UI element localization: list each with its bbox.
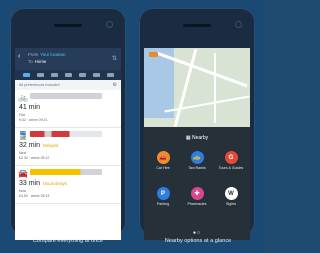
route-card[interactable]: 🚆 32 min Delayed Next £2.30 · arrive 09:12 bbox=[15, 128, 121, 166]
speaker bbox=[54, 24, 82, 27]
map-road bbox=[164, 95, 250, 113]
route-duration: 33 min Usual delays bbox=[19, 180, 67, 187]
nearby-label: Pharmacies bbox=[187, 202, 207, 206]
back-arrow-icon[interactable]: ‹ bbox=[18, 53, 20, 60]
nearby-item-car-hire[interactable]: 🚗 Car Hire bbox=[149, 151, 177, 170]
page-indicator[interactable]: ●○ bbox=[144, 230, 250, 236]
map-road bbox=[214, 53, 216, 123]
route-meta: Now £4.50 · arrive 09:13 bbox=[19, 189, 50, 198]
preferences-row[interactable]: All preferences included ⚙ bbox=[15, 80, 121, 90]
bike-icon: 🚲 bbox=[18, 93, 28, 102]
route-bar bbox=[30, 131, 102, 137]
guides-icon: G bbox=[224, 151, 238, 164]
mode-all-icon[interactable] bbox=[22, 73, 30, 77]
route-card[interactable]: 🚲 41 min Flat 9:42 · arrive 09:21 bbox=[15, 90, 121, 128]
route-bar bbox=[30, 93, 102, 99]
pharmacy-icon: ✚ bbox=[190, 187, 204, 200]
nearby-screen: ▦ Nearby 🚗 Car Hire 🚕 Taxi Ranks G Tours… bbox=[144, 48, 250, 240]
taxi-icon: 🚕 bbox=[190, 151, 204, 164]
nearby-label: Taxi Ranks bbox=[188, 166, 206, 170]
caption-right: Nearby options at a glance bbox=[164, 238, 232, 244]
swap-icon[interactable]: ⇅ bbox=[112, 55, 117, 62]
speaker bbox=[183, 24, 211, 27]
mode-walk-icon[interactable] bbox=[36, 73, 44, 77]
nearby-item-pharmacies[interactable]: ✚ Pharmacies bbox=[183, 187, 211, 206]
nearby-item-taxi-ranks[interactable]: 🚕 Taxi Ranks bbox=[183, 151, 211, 170]
parking-icon: P bbox=[156, 187, 170, 200]
route-meta: Next £2.30 · arrive 09:12 bbox=[19, 151, 50, 160]
nearby-title: ▦ Nearby bbox=[185, 135, 209, 141]
camera bbox=[235, 21, 242, 28]
route-duration: 32 min Delayed bbox=[19, 142, 59, 149]
to-label: To bbox=[28, 59, 33, 64]
nearby-label: Tours & Guides bbox=[218, 166, 244, 170]
preferences-label: All preferences included bbox=[19, 83, 60, 87]
transport-modes-bar bbox=[15, 70, 121, 80]
phone-left: ‹ From Your location To Home ⇅ All prefere… bbox=[10, 8, 126, 240]
car-hire-icon: 🚗 bbox=[156, 151, 170, 164]
from-row[interactable]: From Your location bbox=[28, 52, 65, 57]
nearby-sheet: ▦ Nearby 🚗 Car Hire 🚕 Taxi Ranks G Tours… bbox=[144, 127, 250, 240]
camera bbox=[106, 21, 113, 28]
train-icon: 🚆 bbox=[18, 131, 28, 140]
route-meta: Flat 9:42 · arrive 09:21 bbox=[19, 113, 48, 122]
to-row[interactable]: To Home bbox=[28, 59, 46, 64]
to-value: Home bbox=[34, 59, 47, 64]
car-icon: 🚘 bbox=[18, 169, 28, 178]
mode-flight-icon[interactable] bbox=[106, 73, 114, 77]
gear-icon[interactable]: ⚙ bbox=[113, 82, 117, 88]
from-label: From bbox=[28, 52, 39, 57]
from-value: Your location bbox=[40, 52, 66, 57]
nearby-item-sights[interactable]: W Sights bbox=[217, 187, 245, 206]
location-button[interactable] bbox=[149, 52, 158, 57]
caption-left: Compare everything at once bbox=[32, 238, 104, 244]
route-duration: 41 min bbox=[19, 104, 41, 111]
nearby-label: Parking bbox=[156, 202, 170, 206]
mode-train-icon[interactable] bbox=[64, 73, 72, 77]
mode-car-icon[interactable] bbox=[78, 73, 86, 77]
nearby-item-tours-guides[interactable]: G Tours & Guides bbox=[217, 151, 245, 170]
phone-right: ▦ Nearby 🚗 Car Hire 🚕 Taxi Ranks G Tours… bbox=[139, 8, 255, 240]
nearby-item-parking[interactable]: P Parking bbox=[149, 187, 177, 206]
nearby-label: Car Hire bbox=[156, 166, 170, 170]
route-card[interactable]: 🚘 33 min Usual delays Now £4.50 · arrive 0… bbox=[15, 166, 121, 204]
nearby-label: Sights bbox=[226, 202, 236, 206]
mode-taxi-icon[interactable] bbox=[92, 73, 100, 77]
mode-bike-icon[interactable] bbox=[50, 73, 58, 77]
route-bar bbox=[30, 169, 102, 175]
journey-header: ‹ From Your location To Home ⇅ bbox=[15, 48, 121, 70]
sights-icon: W bbox=[224, 187, 238, 200]
routes-screen: ‹ From Your location To Home ⇅ All prefere… bbox=[15, 48, 121, 240]
